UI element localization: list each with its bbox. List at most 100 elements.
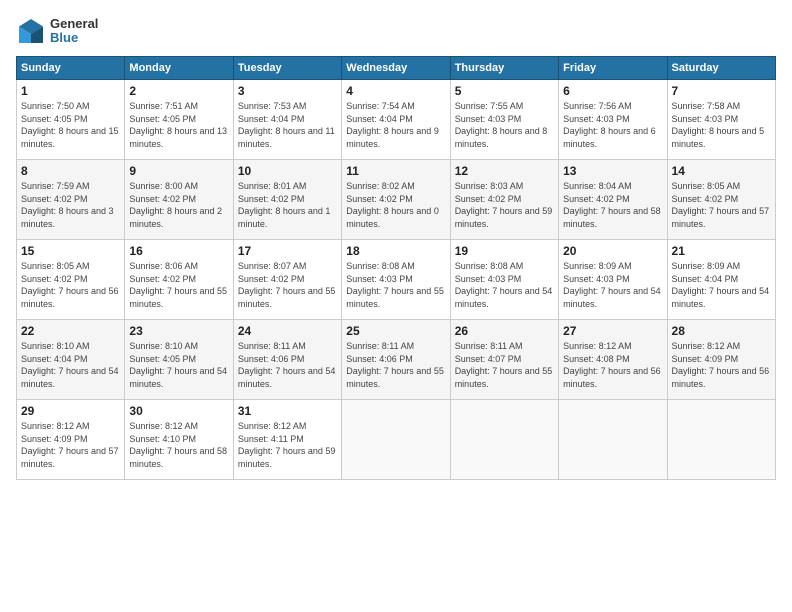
day-info: Sunrise: 7:55 AMSunset: 4:03 PMDaylight:… — [455, 100, 554, 150]
day-number: 11 — [346, 164, 445, 178]
calendar-cell — [559, 400, 667, 480]
header-monday: Monday — [125, 57, 233, 80]
day-number: 29 — [21, 404, 120, 418]
day-info: Sunrise: 7:51 AMSunset: 4:05 PMDaylight:… — [129, 100, 228, 150]
calendar-cell: 12 Sunrise: 8:03 AMSunset: 4:02 PMDayligh… — [450, 160, 558, 240]
day-info: Sunrise: 8:12 AMSunset: 4:09 PMDaylight:… — [672, 340, 771, 390]
calendar-cell: 24 Sunrise: 8:11 AMSunset: 4:06 PMDayligh… — [233, 320, 341, 400]
day-info: Sunrise: 8:05 AMSunset: 4:02 PMDaylight:… — [672, 180, 771, 230]
calendar-cell: 8Sunrise: 7:59 AMSunset: 4:02 PMDaylight… — [17, 160, 125, 240]
calendar-row: 8Sunrise: 7:59 AMSunset: 4:02 PMDaylight… — [17, 160, 776, 240]
calendar-cell — [342, 400, 450, 480]
calendar-row: 1 Sunrise: 7:50 AMSunset: 4:05 PMDaylight… — [17, 80, 776, 160]
day-number: 25 — [346, 324, 445, 338]
day-number: 6 — [563, 84, 662, 98]
calendar-cell: 1 Sunrise: 7:50 AMSunset: 4:05 PMDaylight… — [17, 80, 125, 160]
calendar-cell: 14 Sunrise: 8:05 AMSunset: 4:02 PMDayligh… — [667, 160, 775, 240]
header-tuesday: Tuesday — [233, 57, 341, 80]
calendar-cell: 7 Sunrise: 7:58 AMSunset: 4:03 PMDaylight… — [667, 80, 775, 160]
day-number: 2 — [129, 84, 228, 98]
calendar-cell: 31Sunrise: 8:12 AMSunset: 4:11 PMDayligh… — [233, 400, 341, 480]
day-info: Sunrise: 8:12 AMSunset: 4:09 PMDaylight:… — [21, 420, 120, 470]
logo-blue: Blue — [50, 31, 98, 45]
calendar-cell: 15 Sunrise: 8:05 AMSunset: 4:02 PMDayligh… — [17, 240, 125, 320]
day-number: 27 — [563, 324, 662, 338]
calendar-cell: 18Sunrise: 8:08 AMSunset: 4:03 PMDayligh… — [342, 240, 450, 320]
calendar-cell: 26Sunrise: 8:11 AMSunset: 4:07 PMDayligh… — [450, 320, 558, 400]
calendar-cell: 20 Sunrise: 8:09 AMSunset: 4:03 PMDayligh… — [559, 240, 667, 320]
day-number: 17 — [238, 244, 337, 258]
calendar-table: Sunday Monday Tuesday Wednesday Thursday… — [16, 56, 776, 480]
day-number: 20 — [563, 244, 662, 258]
calendar-cell: 21 Sunrise: 8:09 AMSunset: 4:04 PMDayligh… — [667, 240, 775, 320]
calendar-cell: 27 Sunrise: 8:12 AMSunset: 4:08 PMDayligh… — [559, 320, 667, 400]
calendar-cell: 5 Sunrise: 7:55 AMSunset: 4:03 PMDaylight… — [450, 80, 558, 160]
day-info: Sunrise: 8:08 AMSunset: 4:03 PMDaylight:… — [455, 260, 554, 310]
calendar-page: General Blue Sunday Monday Tuesday Wedne… — [0, 0, 792, 612]
logo-icon — [16, 16, 46, 46]
day-number: 14 — [672, 164, 771, 178]
day-info: Sunrise: 8:09 AMSunset: 4:03 PMDaylight:… — [563, 260, 662, 310]
header-saturday: Saturday — [667, 57, 775, 80]
day-info: Sunrise: 7:56 AMSunset: 4:03 PMDaylight:… — [563, 100, 662, 150]
day-info: Sunrise: 8:10 AMSunset: 4:05 PMDaylight:… — [129, 340, 228, 390]
day-info: Sunrise: 7:53 AMSunset: 4:04 PMDaylight:… — [238, 100, 337, 150]
calendar-cell: 25Sunrise: 8:11 AMSunset: 4:06 PMDayligh… — [342, 320, 450, 400]
day-number: 18 — [346, 244, 445, 258]
day-number: 5 — [455, 84, 554, 98]
day-info: Sunrise: 8:07 AMSunset: 4:02 PMDaylight:… — [238, 260, 337, 310]
day-number: 10 — [238, 164, 337, 178]
day-info: Sunrise: 8:11 AMSunset: 4:06 PMDaylight:… — [238, 340, 337, 390]
calendar-row: 22Sunrise: 8:10 AMSunset: 4:04 PMDayligh… — [17, 320, 776, 400]
day-number: 26 — [455, 324, 554, 338]
calendar-cell: 11 Sunrise: 8:02 AMSunset: 4:02 PMDayligh… — [342, 160, 450, 240]
header-sunday: Sunday — [17, 57, 125, 80]
day-info: Sunrise: 7:50 AMSunset: 4:05 PMDaylight:… — [21, 100, 120, 150]
logo-general: General — [50, 17, 98, 31]
day-number: 12 — [455, 164, 554, 178]
calendar-cell: 4 Sunrise: 7:54 AMSunset: 4:04 PMDaylight… — [342, 80, 450, 160]
day-number: 19 — [455, 244, 554, 258]
calendar-row: 15 Sunrise: 8:05 AMSunset: 4:02 PMDayligh… — [17, 240, 776, 320]
calendar-cell — [450, 400, 558, 480]
day-number: 13 — [563, 164, 662, 178]
day-number: 8 — [21, 164, 120, 178]
day-info: Sunrise: 7:58 AMSunset: 4:03 PMDaylight:… — [672, 100, 771, 150]
logo: General Blue — [16, 16, 98, 46]
day-number: 21 — [672, 244, 771, 258]
day-number: 15 — [21, 244, 120, 258]
page-header: General Blue — [16, 16, 776, 46]
header-thursday: Thursday — [450, 57, 558, 80]
day-info: Sunrise: 8:02 AMSunset: 4:02 PMDaylight:… — [346, 180, 445, 230]
day-number: 7 — [672, 84, 771, 98]
calendar-cell: 30Sunrise: 8:12 AMSunset: 4:10 PMDayligh… — [125, 400, 233, 480]
day-info: Sunrise: 7:54 AMSunset: 4:04 PMDaylight:… — [346, 100, 445, 150]
day-info: Sunrise: 8:06 AMSunset: 4:02 PMDaylight:… — [129, 260, 228, 310]
logo-text: General Blue — [50, 17, 98, 46]
day-info: Sunrise: 8:12 AMSunset: 4:10 PMDaylight:… — [129, 420, 228, 470]
calendar-cell: 3Sunrise: 7:53 AMSunset: 4:04 PMDaylight… — [233, 80, 341, 160]
day-number: 9 — [129, 164, 228, 178]
calendar-cell: 16Sunrise: 8:06 AMSunset: 4:02 PMDayligh… — [125, 240, 233, 320]
calendar-row: 29 Sunrise: 8:12 AMSunset: 4:09 PMDayligh… — [17, 400, 776, 480]
header-wednesday: Wednesday — [342, 57, 450, 80]
calendar-cell: 19 Sunrise: 8:08 AMSunset: 4:03 PMDayligh… — [450, 240, 558, 320]
calendar-cell: 6 Sunrise: 7:56 AMSunset: 4:03 PMDaylight… — [559, 80, 667, 160]
calendar-cell: 22Sunrise: 8:10 AMSunset: 4:04 PMDayligh… — [17, 320, 125, 400]
day-number: 4 — [346, 84, 445, 98]
day-info: Sunrise: 8:09 AMSunset: 4:04 PMDaylight:… — [672, 260, 771, 310]
calendar-cell: 13Sunrise: 8:04 AMSunset: 4:02 PMDayligh… — [559, 160, 667, 240]
calendar-cell: 9 Sunrise: 8:00 AMSunset: 4:02 PMDaylight… — [125, 160, 233, 240]
day-info: Sunrise: 8:05 AMSunset: 4:02 PMDaylight:… — [21, 260, 120, 310]
calendar-cell: 23 Sunrise: 8:10 AMSunset: 4:05 PMDayligh… — [125, 320, 233, 400]
day-info: Sunrise: 8:03 AMSunset: 4:02 PMDaylight:… — [455, 180, 554, 230]
day-number: 23 — [129, 324, 228, 338]
calendar-cell — [667, 400, 775, 480]
day-info: Sunrise: 8:12 AMSunset: 4:08 PMDaylight:… — [563, 340, 662, 390]
day-number: 1 — [21, 84, 120, 98]
day-number: 24 — [238, 324, 337, 338]
calendar-cell: 29 Sunrise: 8:12 AMSunset: 4:09 PMDayligh… — [17, 400, 125, 480]
day-info: Sunrise: 8:12 AMSunset: 4:11 PMDaylight:… — [238, 420, 337, 470]
weekday-header-row: Sunday Monday Tuesday Wednesday Thursday… — [17, 57, 776, 80]
day-info: Sunrise: 8:00 AMSunset: 4:02 PMDaylight:… — [129, 180, 228, 230]
